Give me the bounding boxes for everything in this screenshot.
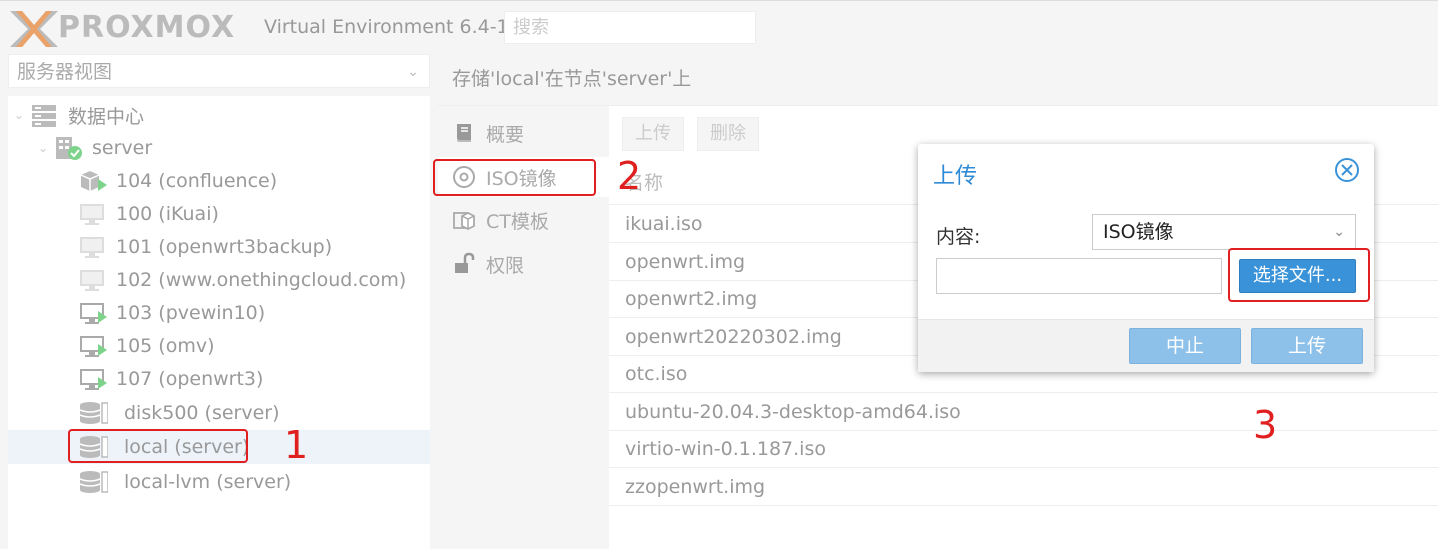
version-label: Virtual Environment 6.4-13	[264, 16, 521, 38]
subnav-item-ct-templates[interactable]: CT模板	[438, 200, 609, 240]
subnav-item-permissions[interactable]: 权限	[438, 244, 609, 284]
storage-icon	[79, 471, 108, 493]
file-row[interactable]: ubuntu-20.04.3-desktop-amd64.iso	[609, 394, 1438, 431]
delete-button[interactable]: 删除	[697, 117, 759, 151]
chevron-down-icon: ⌄	[1333, 224, 1345, 240]
content-type-value: ISO镜像	[1103, 221, 1174, 243]
content-label: 内容:	[936, 226, 981, 248]
tree-item-ct-104[interactable]: 104 (confluence)	[8, 164, 430, 198]
view-selector[interactable]: 服务器视图 ⌄	[8, 54, 430, 88]
tree-item-vm-101[interactable]: 101 (openwrt3backup)	[8, 230, 430, 264]
tree-item-vm-107[interactable]: 107 (openwrt3)	[8, 362, 430, 396]
tree-item-vm-100[interactable]: 100 (iKuai)	[8, 197, 430, 231]
vm-running-icon	[80, 303, 107, 324]
tree-item-datacenter[interactable]: ⌄ 数据中心	[8, 98, 430, 132]
content-type-select[interactable]: ISO镜像 ⌄	[1092, 214, 1356, 250]
datacenter-icon	[32, 105, 56, 127]
close-icon[interactable]	[1334, 157, 1360, 183]
annotation-box-1	[68, 429, 248, 463]
tree-item-label: 107 (openwrt3)	[116, 368, 264, 390]
abort-button[interactable]: 中止	[1129, 328, 1241, 364]
header-bar: PROXMOX Virtual Environment 6.4-13 搜索	[0, 0, 1438, 52]
file-row[interactable]: virtio-win-0.1.187.iso	[609, 431, 1438, 468]
container-running-icon	[80, 171, 107, 191]
search-input[interactable]: 搜索	[504, 11, 756, 44]
book-icon	[457, 124, 471, 142]
tree-item-label: 100 (iKuai)	[116, 203, 219, 225]
unlock-icon	[455, 252, 475, 273]
page-title: 存储'local'在节点'server'上	[438, 52, 1438, 106]
vm-stopped-icon	[80, 204, 104, 225]
subnav-item-summary[interactable]: 概要	[438, 113, 609, 153]
subnav-label: CT模板	[486, 210, 549, 233]
view-selector-value: 服务器视图	[17, 61, 113, 83]
dialog-upload-button[interactable]: 上传	[1251, 328, 1363, 364]
annotation-box-2	[433, 159, 596, 196]
resource-tree: ⌄ 数据中心 ⌄ server 104 (confluence) 100 (iK…	[8, 96, 430, 549]
expand-icon[interactable]: ⌄	[14, 108, 24, 122]
logo-text: PROXMOX	[58, 10, 236, 45]
tree-item-label: 102 (www.onethingcloud.com)	[116, 269, 407, 291]
subnav-label: 概要	[486, 123, 525, 146]
template-icon	[453, 211, 475, 231]
tree-item-label: local-lvm (server)	[124, 471, 292, 493]
chevron-down-icon: ⌄	[407, 64, 419, 80]
dialog-title: 上传	[933, 164, 978, 189]
tree-item-node-server[interactable]: ⌄ server	[8, 131, 430, 165]
tree-item-vm-103[interactable]: 103 (pvewin10)	[8, 296, 430, 330]
file-row[interactable]: zzopenwrt.img	[609, 469, 1438, 506]
tree-item-label: 105 (omv)	[116, 335, 215, 357]
tree-item-vm-102[interactable]: 102 (www.onethingcloud.com)	[8, 263, 430, 297]
tree-item-label: server	[92, 137, 153, 159]
annotation-number-3: 3	[1253, 403, 1278, 447]
tree-item-label: disk500 (server)	[124, 402, 280, 424]
vm-stopped-icon	[80, 237, 104, 258]
tree-item-label: 103 (pvewin10)	[116, 302, 266, 324]
subnav-label: 权限	[486, 254, 525, 277]
resource-tree-panel: 服务器视图 ⌄ ⌄ 数据中心 ⌄ server 104 (confluence)…	[0, 52, 432, 549]
tree-item-storage-local-lvm[interactable]: local-lvm (server)	[8, 465, 430, 499]
expand-icon[interactable]: ⌄	[38, 141, 48, 155]
vm-running-icon	[80, 336, 107, 357]
file-path-field[interactable]	[936, 258, 1222, 294]
tree-item-label: 101 (openwrt3backup)	[116, 236, 333, 258]
storage-icon	[79, 402, 108, 424]
annotation-box-3	[1228, 248, 1370, 302]
node-online-icon	[56, 137, 82, 160]
tree-item-vm-105[interactable]: 105 (omv)	[8, 329, 430, 363]
annotation-number-2: 2	[617, 154, 642, 198]
tree-item-storage-disk500[interactable]: disk500 (server)	[8, 396, 430, 430]
tree-item-label: 104 (confluence)	[116, 170, 278, 192]
annotation-number-1: 1	[284, 423, 309, 467]
vm-running-icon	[80, 369, 107, 390]
tree-item-label: 数据中心	[68, 105, 145, 128]
upload-button[interactable]: 上传	[622, 117, 684, 151]
dialog-footer: 中止 上传	[918, 319, 1374, 372]
vm-stopped-icon	[80, 270, 104, 291]
proxmox-logo: PROXMOX	[8, 7, 260, 47]
